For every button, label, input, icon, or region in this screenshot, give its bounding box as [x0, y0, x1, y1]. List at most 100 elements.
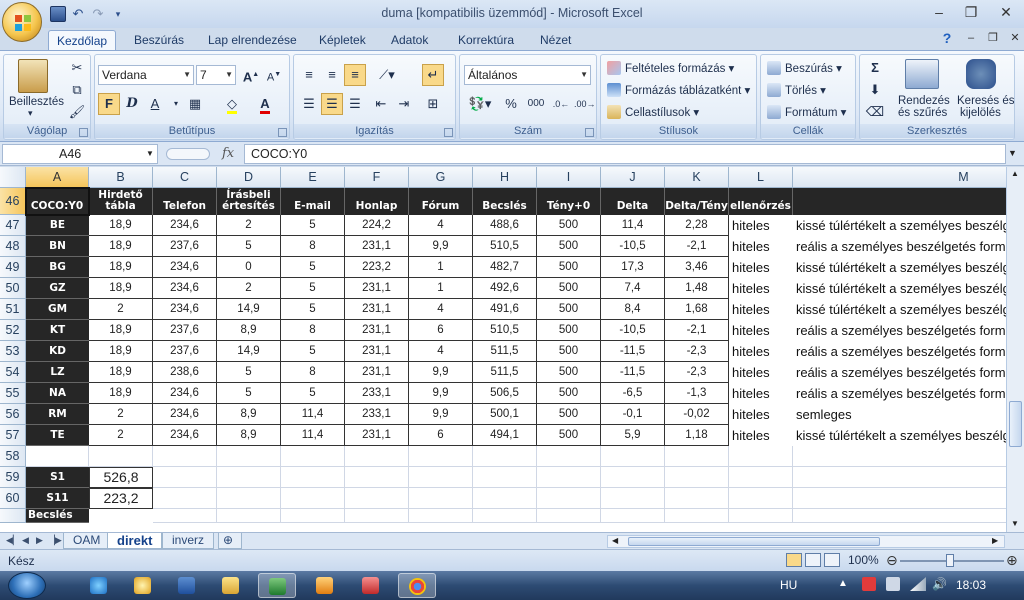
increase-decimal-icon[interactable]: .0←: [550, 93, 572, 115]
data-cell[interactable]: 5: [281, 299, 345, 320]
row-header-58[interactable]: 58: [0, 446, 26, 467]
data-cell[interactable]: 500: [537, 362, 601, 383]
borders-icon[interactable]: ▦: [184, 93, 206, 115]
column-header-i[interactable]: I: [537, 167, 601, 188]
data-cell[interactable]: 234,6: [153, 299, 217, 320]
insert-function-icon[interactable]: fx: [222, 146, 234, 161]
row-header-56[interactable]: 56: [0, 404, 26, 425]
table-header-b[interactable]: Hirdető tábla: [89, 188, 153, 215]
table-header-d[interactable]: Írásbeli értesítés: [217, 188, 281, 215]
taskbar-media[interactable]: [306, 573, 344, 598]
empty-cell[interactable]: [473, 488, 537, 509]
data-cell[interactable]: 500: [537, 278, 601, 299]
data-cell[interactable]: 5: [281, 341, 345, 362]
conclusion-cell[interactable]: kissé túlértékelt a személyes beszélgeté…: [796, 299, 1006, 320]
data-cell[interactable]: 234,6: [153, 404, 217, 425]
data-cell[interactable]: 7,4: [601, 278, 665, 299]
scroll-right-icon[interactable]: ▶: [992, 536, 998, 545]
empty-cell[interactable]: [153, 488, 217, 509]
empty-cell[interactable]: [281, 446, 345, 467]
data-cell[interactable]: 18,9: [89, 236, 153, 257]
row-header-47[interactable]: 47: [0, 215, 26, 236]
row-header-49[interactable]: 49: [0, 257, 26, 278]
empty-cell[interactable]: [409, 446, 473, 467]
sheet-tab-oam[interactable]: OAM: [63, 533, 111, 549]
empty-cell[interactable]: [217, 509, 281, 523]
table-header-e[interactable]: E-mail: [281, 188, 345, 215]
data-cell[interactable]: 500: [537, 215, 601, 236]
row-header-51[interactable]: 51: [0, 299, 26, 320]
decrease-decimal-icon[interactable]: .00→: [573, 93, 596, 115]
font-name-select[interactable]: Verdana ▼: [98, 65, 194, 85]
data-cell[interactable]: 5: [281, 257, 345, 278]
data-cell[interactable]: -6,5: [601, 383, 665, 404]
empty-cell[interactable]: [281, 509, 345, 523]
check-cell[interactable]: hiteles: [732, 404, 793, 425]
data-cell[interactable]: 1: [409, 278, 473, 299]
empty-cell[interactable]: [537, 446, 601, 467]
fill-icon[interactable]: ⬇: [864, 79, 886, 101]
tab-formulas[interactable]: Képletek: [311, 30, 374, 50]
tray-expand-icon[interactable]: ▲: [838, 578, 848, 589]
row-header-53[interactable]: 53: [0, 341, 26, 362]
number-format-select[interactable]: Általános ▼: [464, 65, 591, 85]
row-code-cell[interactable]: BE: [26, 215, 89, 236]
check-cell[interactable]: hiteles: [732, 425, 793, 446]
row-header-57[interactable]: 57: [0, 425, 26, 446]
data-cell[interactable]: 234,6: [153, 383, 217, 404]
column-header-k[interactable]: K: [665, 167, 729, 188]
data-cell[interactable]: 9,9: [409, 383, 473, 404]
empty-cell[interactable]: [665, 488, 729, 509]
data-cell[interactable]: 500: [537, 383, 601, 404]
vertical-scrollbar[interactable]: ▲ ▼: [1006, 167, 1024, 532]
empty-cell[interactable]: [729, 509, 793, 523]
data-cell[interactable]: 6: [409, 425, 473, 446]
data-cell[interactable]: 8,4: [601, 299, 665, 320]
font-launcher-icon[interactable]: [278, 128, 287, 137]
data-cell[interactable]: 18,9: [89, 341, 153, 362]
data-cell[interactable]: 18,9: [89, 278, 153, 299]
find-select-icon[interactable]: [966, 59, 996, 89]
taskbar-explorer[interactable]: [212, 573, 250, 598]
conclusion-cell[interactable]: reális a személyes beszélgetés formája: [796, 320, 1006, 341]
copy-icon[interactable]: ⧉: [66, 79, 88, 101]
column-header-e[interactable]: E: [281, 167, 345, 188]
row-header-50[interactable]: 50: [0, 278, 26, 299]
data-cell[interactable]: 231,1: [345, 425, 409, 446]
taskbar-chrome[interactable]: [398, 573, 436, 598]
empty-cell[interactable]: [537, 509, 601, 523]
sum-s1-label[interactable]: S1 összeg:: [26, 467, 89, 504]
format-painter-icon[interactable]: 🖌: [66, 101, 88, 123]
empty-cell[interactable]: [345, 467, 409, 488]
zoom-slider-knob[interactable]: [946, 554, 954, 567]
data-cell[interactable]: 488,6: [473, 215, 537, 236]
last-sheet-icon[interactable]: ▕▶: [48, 535, 62, 546]
data-cell[interactable]: 231,1: [345, 236, 409, 257]
data-cell[interactable]: 237,6: [153, 236, 217, 257]
thousands-button[interactable]: 000: [523, 93, 549, 115]
language-indicator[interactable]: HU: [780, 578, 797, 592]
row-code-cell[interactable]: LZ: [26, 362, 89, 383]
help-icon[interactable]: ?: [934, 28, 960, 48]
empty-cell[interactable]: [793, 446, 1006, 467]
align-top-icon[interactable]: ≡: [298, 64, 320, 86]
office-button[interactable]: [2, 2, 42, 42]
data-cell[interactable]: 500: [537, 320, 601, 341]
tray-device-icon[interactable]: [886, 577, 900, 591]
empty-cell[interactable]: [729, 488, 793, 509]
alignment-launcher-icon[interactable]: [444, 128, 453, 137]
data-cell[interactable]: 223,2: [345, 257, 409, 278]
sort-filter-line1[interactable]: Rendezés: [898, 95, 950, 107]
empty-cell[interactable]: [665, 467, 729, 488]
empty-cell[interactable]: [409, 467, 473, 488]
data-cell[interactable]: 8,9: [217, 320, 281, 341]
data-cell[interactable]: 494,1: [473, 425, 537, 446]
empty-cell[interactable]: [89, 446, 153, 467]
check-cell[interactable]: hiteles: [732, 362, 793, 383]
column-header-a[interactable]: A: [26, 167, 89, 188]
empty-cell[interactable]: [537, 467, 601, 488]
data-cell[interactable]: 3,46: [665, 257, 729, 278]
data-cell[interactable]: 231,1: [345, 299, 409, 320]
empty-cell[interactable]: [729, 446, 793, 467]
data-cell[interactable]: 1,18: [665, 425, 729, 446]
